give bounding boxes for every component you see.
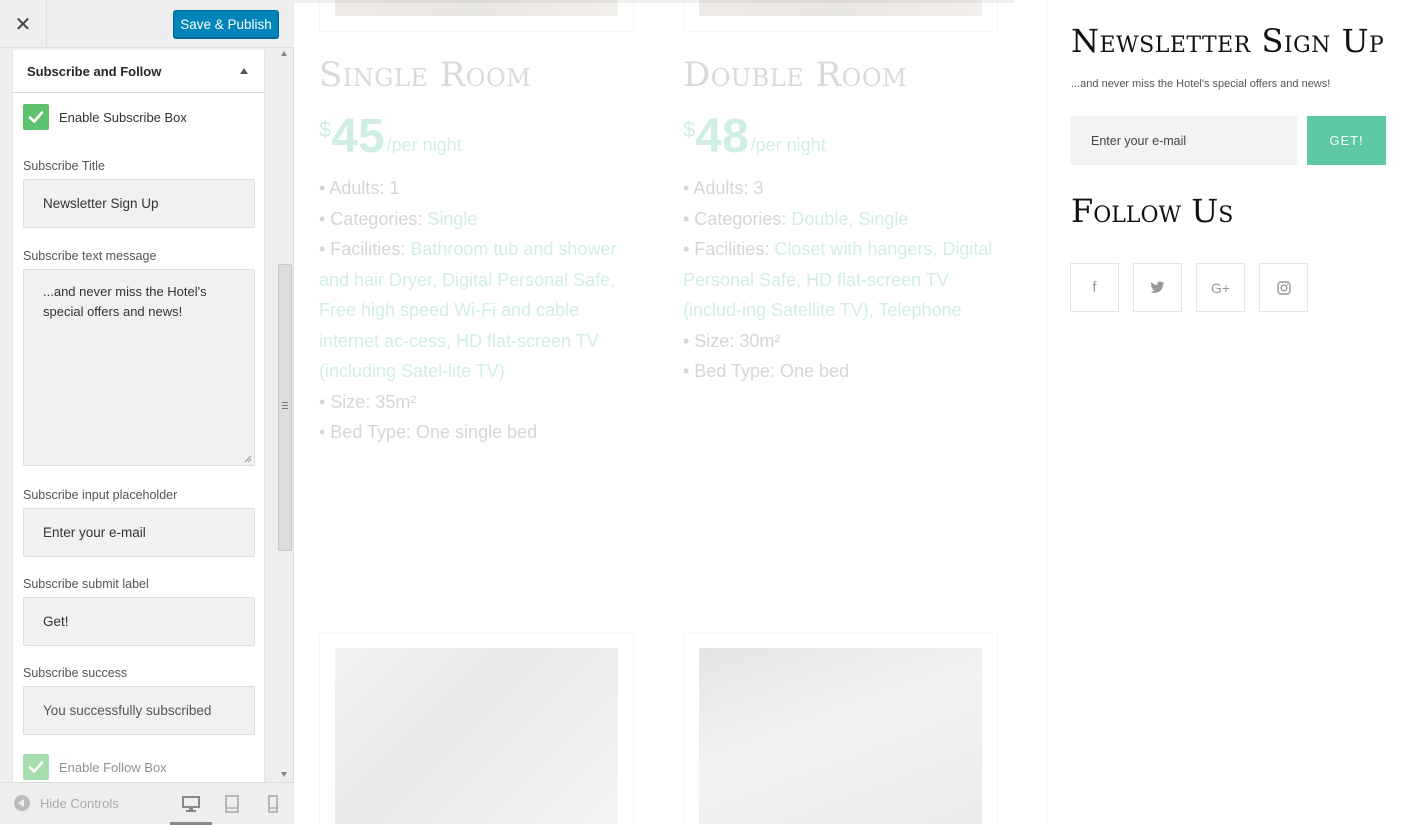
room-image[interactable] <box>699 648 982 824</box>
enable-follow-label: Enable Follow Box <box>59 759 167 775</box>
facebook-icon[interactable]: f <box>1070 263 1119 312</box>
success-field[interactable]: You successfully subscribed <box>23 686 255 735</box>
customizer-header: ✕ Save & Publish <box>0 0 294 48</box>
room-title[interactable]: Double Room <box>683 55 907 95</box>
newsletter-message: ...and never miss the Hotel's special of… <box>1071 78 1331 90</box>
enable-subscribe-control[interactable]: Enable Subscribe Box <box>23 104 187 130</box>
scroll-thumb[interactable] <box>278 264 292 551</box>
category-link[interactable]: Double, Single <box>791 209 908 229</box>
instagram-glyph-icon <box>1276 280 1291 295</box>
tablet-preview-icon[interactable] <box>222 795 242 813</box>
newsletter-email-input[interactable]: Enter your e-mail <box>1070 116 1297 165</box>
price-currency: $ <box>319 117 332 142</box>
price-period: /per night <box>386 135 462 155</box>
newsletter-submit-button[interactable]: GET! <box>1307 116 1386 165</box>
subscribe-text-value: ...and never miss the Hotel's special of… <box>43 284 207 319</box>
submit-label-label: Subscribe submit label <box>23 577 149 591</box>
room-details: • Adults: 3 • Categories: Double, Single… <box>683 173 1003 387</box>
subscribe-text-textarea[interactable]: ...and never miss the Hotel's special of… <box>23 269 255 466</box>
scroll-grip-icon <box>282 402 288 409</box>
site-preview: Single Room $ 45 /per night • Adults: 1 … <box>294 0 1411 824</box>
enable-subscribe-checkbox[interactable] <box>23 104 49 130</box>
checkmark-icon <box>28 111 44 123</box>
enable-follow-checkbox[interactable] <box>23 754 49 780</box>
hide-controls-button[interactable]: Hide Controls <box>14 795 119 811</box>
collapse-sidebar-icon <box>14 795 30 811</box>
section-title: Subscribe and Follow <box>27 63 162 79</box>
room-adults: • Adults: 1 <box>319 178 400 198</box>
customizer-section-panel: Subscribe and Follow Enable Subscribe Bo… <box>12 50 265 782</box>
hide-controls-label: Hide Controls <box>40 795 119 811</box>
save-publish-button[interactable]: Save & Publish <box>173 10 279 38</box>
room-bed-type: • Bed Type: One single bed <box>319 422 538 442</box>
desktop-preview-icon[interactable] <box>181 795 201 813</box>
room-image <box>335 0 618 16</box>
placeholder-label: Subscribe input placeholder <box>23 488 178 502</box>
price-amount: 48 <box>695 110 749 163</box>
instagram-icon[interactable] <box>1259 263 1308 312</box>
customizer-footer: Hide Controls <box>0 782 294 825</box>
category-link[interactable]: Single <box>427 209 477 229</box>
price-currency: $ <box>683 117 696 142</box>
facilities-links[interactable]: Bathroom tub and shower and hair Dryer, … <box>319 239 616 381</box>
room-details: • Adults: 1 • Categories: Single • Facil… <box>319 173 639 448</box>
rooms-list: Single Room $ 45 /per night • Adults: 1 … <box>294 0 1046 824</box>
subscribe-title-field[interactable]: Newsletter Sign Up <box>23 179 255 228</box>
room-price: $ 45 /per night <box>319 113 462 161</box>
room-image <box>699 0 982 16</box>
subscribe-text-label: Subscribe text message <box>23 249 157 263</box>
room-price: $ 48 /per night <box>683 113 826 161</box>
room-adults: • Adults: 3 <box>683 178 764 198</box>
price-period: /per night <box>750 135 826 155</box>
room-title[interactable]: Single Room <box>319 55 531 95</box>
room-facilities: • Facilities: Bathroom tub and shower an… <box>319 239 617 381</box>
submit-label-field[interactable]: Get! <box>23 597 255 646</box>
room-categories: • Categories: Double, Single <box>683 208 909 229</box>
scroll-down-arrow-icon[interactable] <box>281 772 287 777</box>
twitter-icon[interactable] <box>1133 263 1182 312</box>
scroll-up-arrow-icon[interactable] <box>281 51 287 56</box>
room-image[interactable] <box>335 648 618 824</box>
enable-follow-control[interactable]: Enable Follow Box <box>23 754 167 780</box>
enable-subscribe-label: Enable Subscribe Box <box>59 109 187 125</box>
placeholder-field[interactable]: Enter your e-mail <box>23 508 255 557</box>
follow-us-title: Follow Us <box>1071 192 1234 230</box>
room-size: • Size: 35m² <box>319 391 417 412</box>
checkmark-icon <box>28 761 44 773</box>
mobile-preview-icon[interactable] <box>263 795 283 813</box>
room-facilities: • Facilities: Closet with hangers, Digit… <box>683 239 993 320</box>
google-plus-icon[interactable]: G+ <box>1196 263 1245 312</box>
panel-scrollbar[interactable] <box>277 48 293 782</box>
section-header[interactable]: Subscribe and Follow <box>13 50 264 93</box>
customizer-sidebar: ✕ Save & Publish Subscribe and Follow En… <box>0 0 294 825</box>
sidebar-divider <box>1046 0 1047 824</box>
price-amount: 45 <box>331 110 385 163</box>
newsletter-title: Newsletter Sign Up <box>1071 22 1385 60</box>
twitter-bird-icon <box>1150 281 1165 293</box>
collapse-arrow-icon[interactable] <box>240 68 248 74</box>
room-bed-type: • Bed Type: One bed <box>683 361 850 381</box>
room-categories: • Categories: Single <box>319 208 478 229</box>
subscribe-title-label: Subscribe Title <box>23 159 105 173</box>
close-customizer-button[interactable]: ✕ <box>0 0 47 48</box>
success-label: Subscribe success <box>23 666 128 680</box>
resize-grip-icon[interactable] <box>244 455 252 463</box>
room-size: • Size: 30m² <box>683 330 781 351</box>
